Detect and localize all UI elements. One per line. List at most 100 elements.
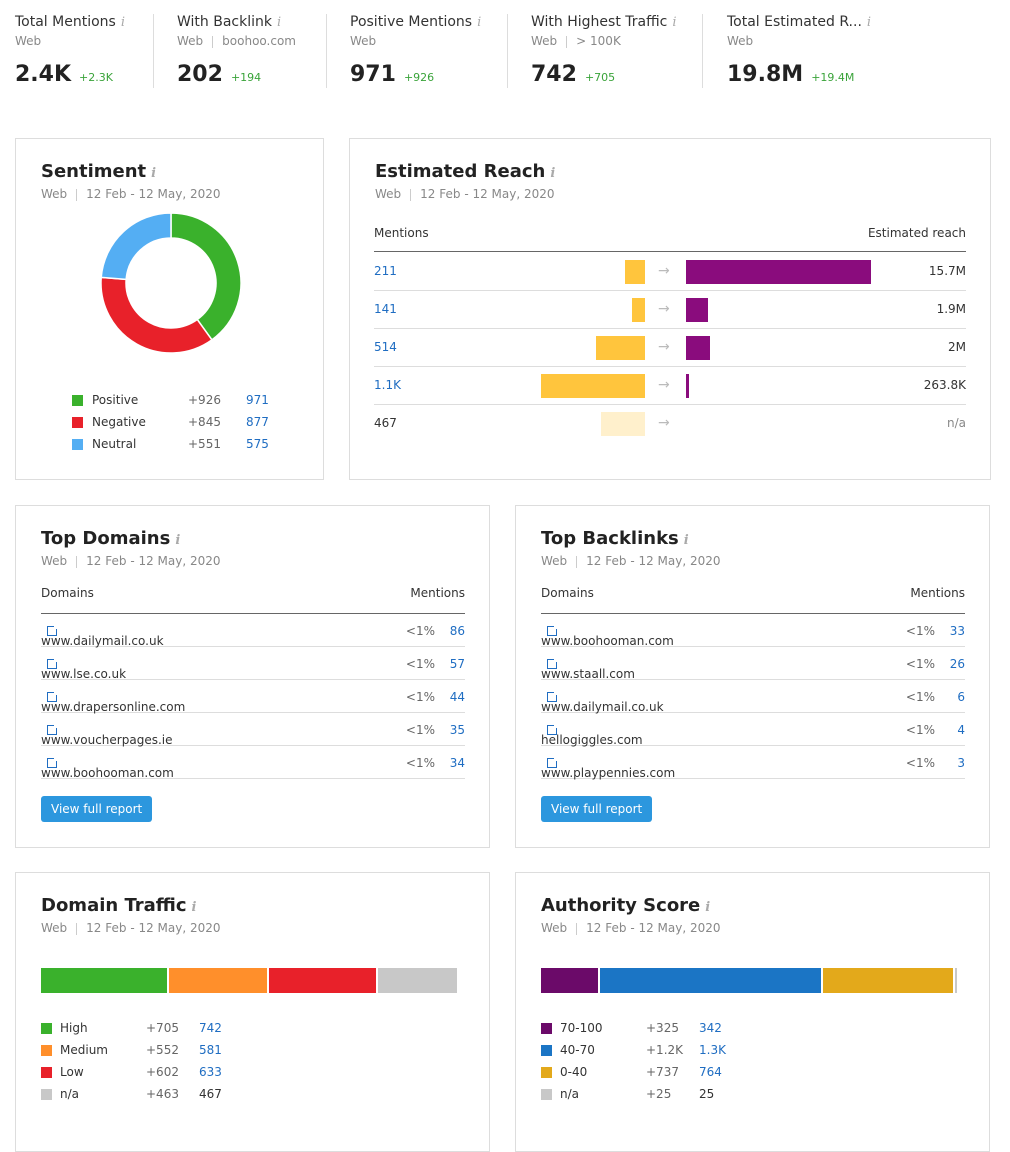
domain-link[interactable]: www.staall.com (541, 657, 635, 681)
bar-segment-1[interactable] (599, 968, 822, 993)
mentions-value[interactable]: 514 (374, 340, 397, 354)
bar-segment-2[interactable] (823, 968, 953, 993)
mention-share: <1% (405, 657, 435, 671)
external-link-icon[interactable] (47, 756, 59, 768)
legend-swatch (41, 1089, 52, 1100)
external-link-icon[interactable] (47, 624, 59, 636)
legend-label: 40-70 (560, 1043, 595, 1057)
external-link-icon[interactable] (47, 690, 59, 702)
domain-name[interactable]: www.staall.com (541, 667, 635, 681)
domain-link[interactable]: www.drapersonline.com (41, 690, 185, 714)
domain-name[interactable]: www.playpennies.com (541, 766, 675, 780)
table-row: www.dailymail.co.uk <1% 86 (41, 614, 465, 648)
domain-link[interactable]: hellogiggles.com (541, 723, 643, 747)
view-full-report-button[interactable]: View full report (541, 796, 653, 822)
mentions-bar (625, 260, 645, 284)
domain-link[interactable]: www.boohooman.com (541, 624, 674, 648)
legend-value[interactable]: 1.3K (699, 1043, 726, 1057)
mentions-value[interactable]: 1.1K (374, 378, 401, 392)
bar-segment-0[interactable] (41, 968, 167, 993)
info-icon[interactable]: i (192, 900, 197, 915)
domain-link[interactable]: www.dailymail.co.uk (41, 624, 164, 648)
external-link-icon[interactable] (547, 624, 559, 636)
stat-title: With Backlink (177, 14, 272, 30)
domain-name[interactable]: www.voucherpages.ie (41, 733, 172, 747)
mention-count[interactable]: 6 (957, 690, 965, 704)
bar-segment-0[interactable] (541, 968, 598, 993)
column-domains: Domains (541, 586, 594, 600)
info-icon[interactable]: i (672, 15, 676, 30)
stat-delta: +926 (403, 71, 435, 84)
bar-segment-3[interactable] (378, 968, 457, 993)
external-link-icon[interactable] (547, 690, 559, 702)
donut-slice-negative[interactable] (101, 276, 213, 353)
divider (153, 14, 154, 88)
mention-count[interactable]: 35 (450, 723, 465, 737)
table-row: www.boohooman.com <1% 33 (541, 614, 965, 648)
card-title: Top Domains (41, 528, 171, 549)
mention-count[interactable]: 34 (450, 756, 465, 770)
mention-count[interactable]: 86 (450, 624, 465, 638)
domain-name[interactable]: www.dailymail.co.uk (541, 700, 664, 714)
domain-name[interactable]: www.dailymail.co.uk (41, 634, 164, 648)
mention-count[interactable]: 3 (957, 756, 965, 770)
mentions-value[interactable]: 211 (374, 264, 397, 278)
legend-value[interactable]: 633 (199, 1065, 222, 1079)
mention-count[interactable]: 33 (950, 624, 965, 638)
info-icon[interactable]: i (867, 15, 871, 30)
donut-slice-positive[interactable] (170, 213, 241, 341)
domain-link[interactable]: www.lse.co.uk (41, 657, 126, 681)
domain-name[interactable]: www.boohooman.com (541, 634, 674, 648)
legend-label: Medium (60, 1043, 108, 1057)
table-row: www.dailymail.co.uk <1% 6 (541, 680, 965, 714)
legend-value[interactable]: 581 (199, 1043, 222, 1057)
legend-value[interactable]: 575 (246, 437, 269, 451)
legend-value[interactable]: 877 (246, 415, 269, 429)
card-title: Top Backlinks (541, 528, 679, 549)
info-icon[interactable]: i (684, 533, 689, 548)
domain-name[interactable]: www.lse.co.uk (41, 667, 126, 681)
external-link-icon[interactable] (47, 657, 59, 669)
external-link-icon[interactable] (547, 657, 559, 669)
domain-link[interactable]: www.playpennies.com (541, 756, 675, 780)
legend-item-Negative: Negative +845 877 (72, 413, 272, 435)
mention-count[interactable]: 4 (957, 723, 965, 737)
external-link-icon[interactable] (47, 723, 59, 735)
domain-name[interactable]: hellogiggles.com (541, 733, 643, 747)
legend-item-Low: Low +602 633 (41, 1063, 241, 1085)
donut-slice-neutral[interactable] (101, 213, 172, 281)
legend-value[interactable]: 742 (199, 1021, 222, 1035)
legend-label: Neutral (92, 437, 137, 451)
mentions-value: 467 (374, 416, 397, 430)
bar-segment-2[interactable] (269, 968, 377, 993)
info-icon[interactable]: i (477, 15, 481, 30)
view-full-report-button[interactable]: View full report (41, 796, 153, 822)
external-link-icon[interactable] (547, 723, 559, 735)
mention-count[interactable]: 26 (950, 657, 965, 671)
arrow-right-icon: → (658, 339, 670, 355)
legend-delta: +602 (146, 1065, 179, 1079)
stacked-bar (541, 968, 959, 993)
domain-link[interactable]: www.voucherpages.ie (41, 723, 172, 747)
bar-segment-1[interactable] (169, 968, 268, 993)
info-icon[interactable]: i (175, 533, 180, 548)
reach-value: n/a (946, 416, 966, 430)
info-icon[interactable]: i (550, 166, 555, 181)
legend-delta: +325 (646, 1021, 679, 1035)
bar-segment-3[interactable] (954, 968, 957, 993)
domain-name[interactable]: www.boohooman.com (41, 766, 174, 780)
legend-value[interactable]: 971 (246, 393, 269, 407)
legend-value[interactable]: 764 (699, 1065, 722, 1079)
mention-count[interactable]: 44 (450, 690, 465, 704)
legend-value[interactable]: 342 (699, 1021, 722, 1035)
domain-link[interactable]: www.boohooman.com (41, 756, 174, 780)
info-icon[interactable]: i (121, 15, 125, 30)
info-icon[interactable]: i (277, 15, 281, 30)
external-link-icon[interactable] (547, 756, 559, 768)
info-icon[interactable]: i (151, 166, 156, 181)
info-icon[interactable]: i (705, 900, 710, 915)
domain-link[interactable]: www.dailymail.co.uk (541, 690, 664, 714)
mention-count[interactable]: 57 (450, 657, 465, 671)
mentions-value[interactable]: 141 (374, 302, 397, 316)
domain-name[interactable]: www.drapersonline.com (41, 700, 185, 714)
